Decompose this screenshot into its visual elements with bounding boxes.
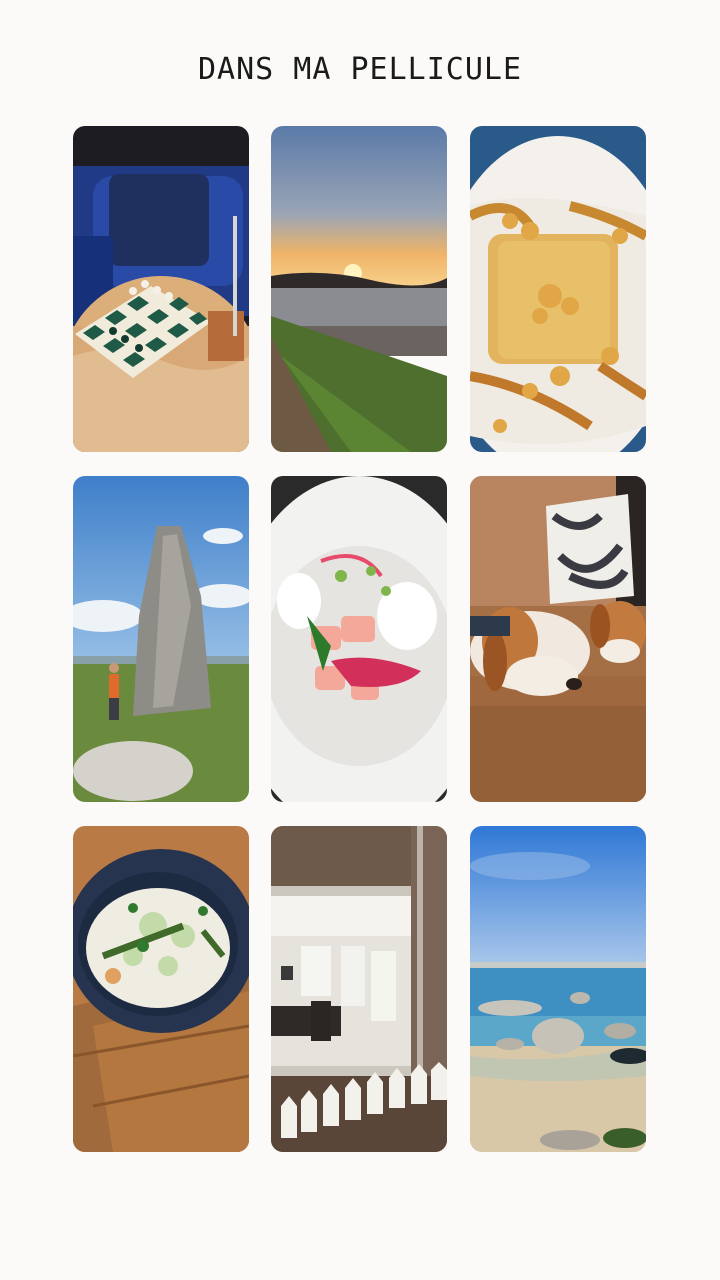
photo-rocky-beach-image bbox=[470, 826, 646, 1152]
photo-soup-bowl[interactable] bbox=[73, 826, 249, 1152]
photo-plated-dish[interactable] bbox=[271, 476, 447, 802]
photo-menhir[interactable] bbox=[73, 476, 249, 802]
photo-plated-dish-image bbox=[271, 476, 447, 802]
photo-menhir-image bbox=[73, 476, 249, 802]
photo-sunset-bay[interactable] bbox=[271, 126, 447, 452]
photo-chess-board[interactable] bbox=[73, 126, 249, 452]
photo-beagles-sofa-image bbox=[470, 476, 646, 802]
photo-soup-bowl-image bbox=[73, 826, 249, 1152]
photo-rocky-beach[interactable] bbox=[470, 826, 646, 1152]
photo-beagles-sofa[interactable] bbox=[470, 476, 646, 802]
photo-restaurant-mirror[interactable] bbox=[271, 826, 447, 1152]
photo-restaurant-mirror-image bbox=[271, 826, 447, 1152]
photo-sunset-bay-image bbox=[271, 126, 447, 452]
photo-dessert[interactable] bbox=[470, 126, 646, 452]
photo-dessert-image bbox=[470, 126, 646, 452]
page-title: DANS MA PELLICULE bbox=[197, 52, 523, 87]
photo-chess-board-image bbox=[73, 126, 249, 452]
